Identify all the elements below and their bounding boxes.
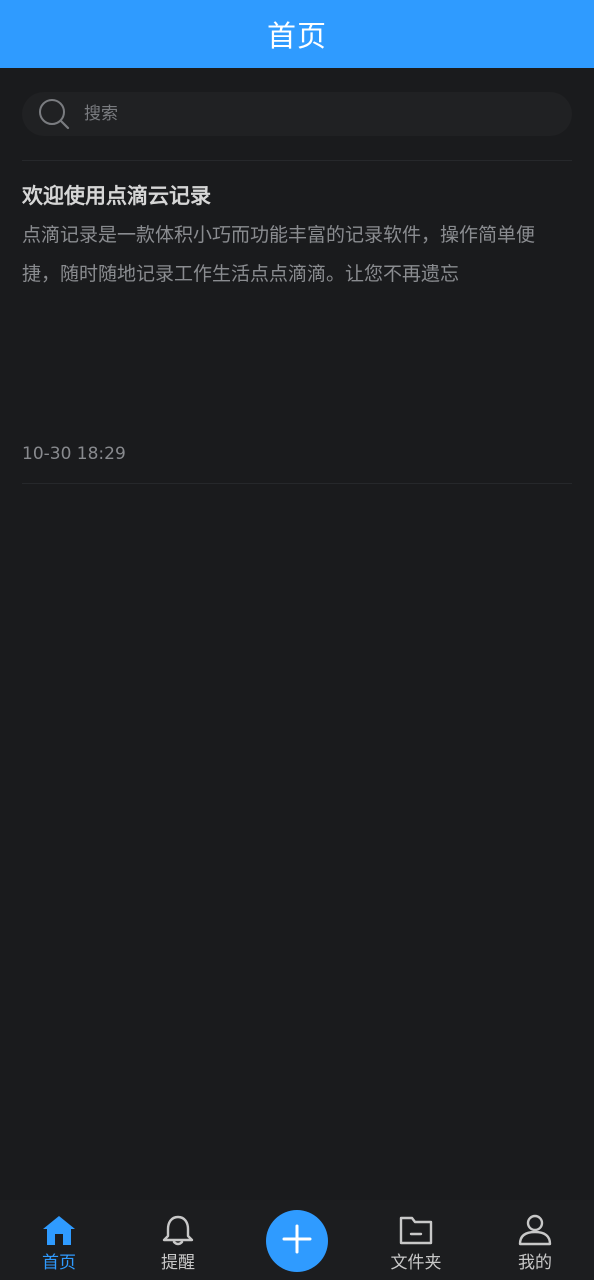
tab-reminders[interactable]: 提醒 bbox=[128, 1200, 228, 1280]
note-preview: 点滴记录是一款体积小巧而功能丰富的记录软件，操作简单便捷，随时随地记录工作生活点… bbox=[22, 224, 536, 285]
tab-label: 首页 bbox=[42, 1253, 76, 1273]
tab-folders[interactable]: 文件夹 bbox=[366, 1200, 466, 1280]
bell-icon bbox=[160, 1200, 196, 1246]
divider bbox=[22, 160, 572, 161]
note-timestamp: 10-30 18:29 bbox=[22, 444, 126, 464]
note-card[interactable]: 欢迎使用点滴云记录 点滴记录是一款体积小巧而功能丰富的记录软件，操作简单便捷，随… bbox=[22, 162, 572, 482]
divider bbox=[22, 483, 572, 484]
folder-icon bbox=[398, 1200, 434, 1246]
search-input[interactable] bbox=[84, 104, 524, 124]
tab-label: 提醒 bbox=[161, 1253, 195, 1273]
user-icon bbox=[517, 1200, 553, 1246]
home-icon bbox=[41, 1200, 77, 1246]
tab-label: 我的 bbox=[518, 1253, 552, 1273]
tab-home[interactable]: 首页 bbox=[9, 1200, 109, 1280]
plus-icon bbox=[282, 1224, 312, 1258]
tab-profile[interactable]: 我的 bbox=[485, 1200, 585, 1280]
search-bar[interactable] bbox=[22, 92, 572, 136]
tab-label: 文件夹 bbox=[390, 1253, 442, 1273]
app-header: 首页 bbox=[0, 0, 594, 68]
add-note-button[interactable] bbox=[266, 1210, 328, 1272]
note-title: 欢迎使用点滴云记录 bbox=[22, 184, 211, 208]
page-title: 首页 bbox=[266, 19, 327, 53]
search-icon bbox=[38, 98, 70, 130]
